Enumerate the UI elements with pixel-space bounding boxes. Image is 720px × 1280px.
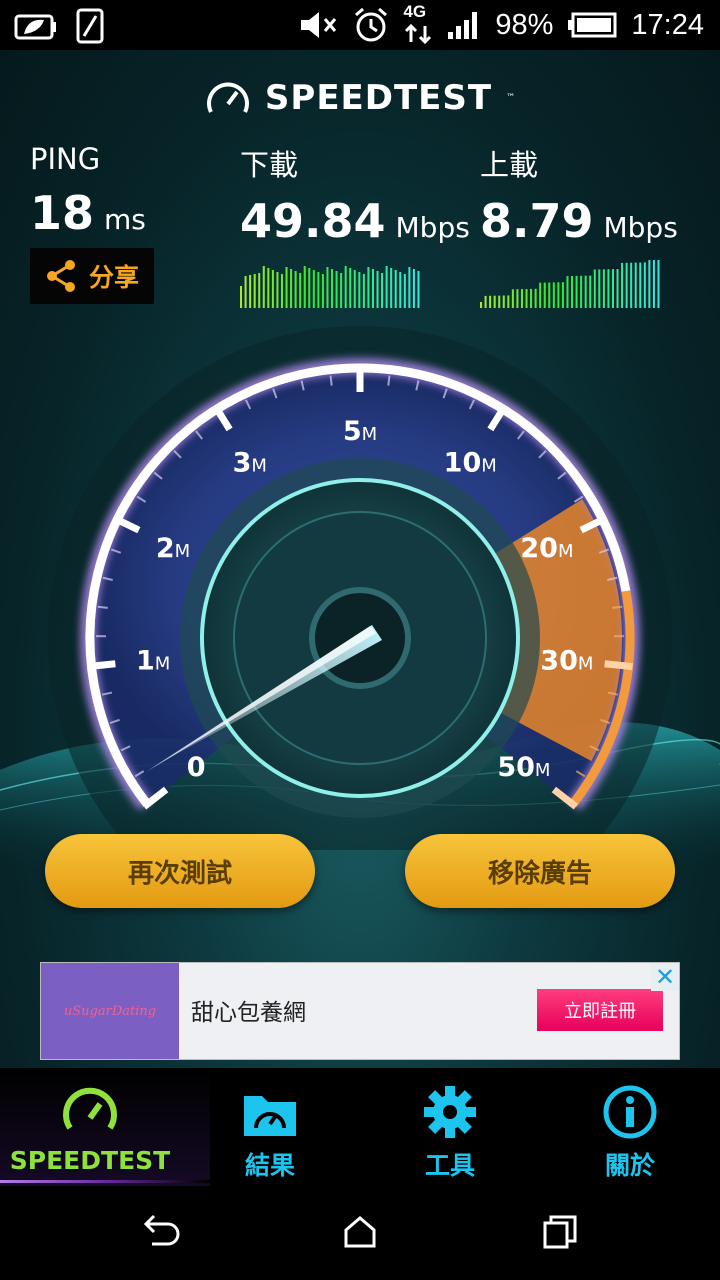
tab-tools-label: 工具: [424, 1151, 475, 1180]
signal-icon: [448, 12, 478, 39]
alarm-icon: [355, 7, 388, 42]
ad-banner[interactable]: uSugarDating 甜心包養網 立即註冊 ✕: [40, 962, 680, 1060]
tab-speedtest-label: SPEEDTEST: [9, 1146, 171, 1175]
results-folder-icon: [244, 1096, 296, 1136]
remove-ads-button[interactable]: 移除廣告: [405, 834, 675, 908]
speedometer-icon: [63, 1087, 117, 1130]
speedtest-main: SPEEDTEST ™ PING 18 ms 下載 49.84 Mbps 上載 8.7…: [0, 50, 720, 1068]
battery-percent: 98%: [495, 8, 554, 41]
ad-image[interactable]: uSugarDating: [41, 963, 179, 1059]
battery-saver-icon: [14, 14, 56, 40]
gauge-minor-tick: [329, 375, 333, 386]
gauge-minor-tick: [612, 605, 623, 609]
network-4g-icon: 4G: [403, 2, 433, 44]
back-icon[interactable]: [140, 1214, 180, 1250]
tab-results-label: 結果: [244, 1151, 295, 1180]
gauge-minor-tick: [97, 605, 108, 609]
tab-results[interactable]: 結果: [180, 1068, 360, 1186]
recent-apps-icon[interactable]: [542, 1214, 578, 1250]
gauge-major-tick: [87, 660, 116, 671]
home-icon[interactable]: [342, 1214, 378, 1250]
ad-text: 甜心包養網: [191, 1000, 306, 1026]
status-bar: 4G 98% 17:24: [0, 0, 720, 50]
tab-about-label: 關於: [604, 1151, 655, 1180]
tab-speedtest[interactable]: SPEEDTEST: [0, 1068, 210, 1186]
info-icon: [603, 1085, 657, 1139]
gear-icon: [424, 1086, 476, 1138]
speed-gauge: 01M2M3M5M10M20M30M50M: [48, 326, 672, 850]
system-nav-bar: [0, 1186, 720, 1280]
battery-icon: [568, 12, 617, 38]
clock: 17:24: [631, 8, 704, 41]
gauge-tick-label: 0: [187, 752, 206, 783]
bottom-tab-bar: SPEEDTEST 結果 工具 關於: [0, 1068, 720, 1186]
ad-register-button[interactable]: 立即註冊: [537, 989, 663, 1031]
ad-image-text: uSugarDating: [63, 1003, 157, 1019]
phone-icon: [76, 8, 104, 44]
tab-tools[interactable]: 工具: [360, 1068, 540, 1186]
ad-close-icon[interactable]: ✕: [651, 963, 679, 991]
mute-icon: [301, 12, 337, 38]
gauge-minor-tick: [387, 375, 391, 386]
gauge-major-tick: [604, 660, 633, 671]
retest-button[interactable]: 再次測試: [45, 834, 315, 908]
tab-about[interactable]: 關於: [540, 1068, 720, 1186]
network-type: 4G: [403, 2, 427, 21]
